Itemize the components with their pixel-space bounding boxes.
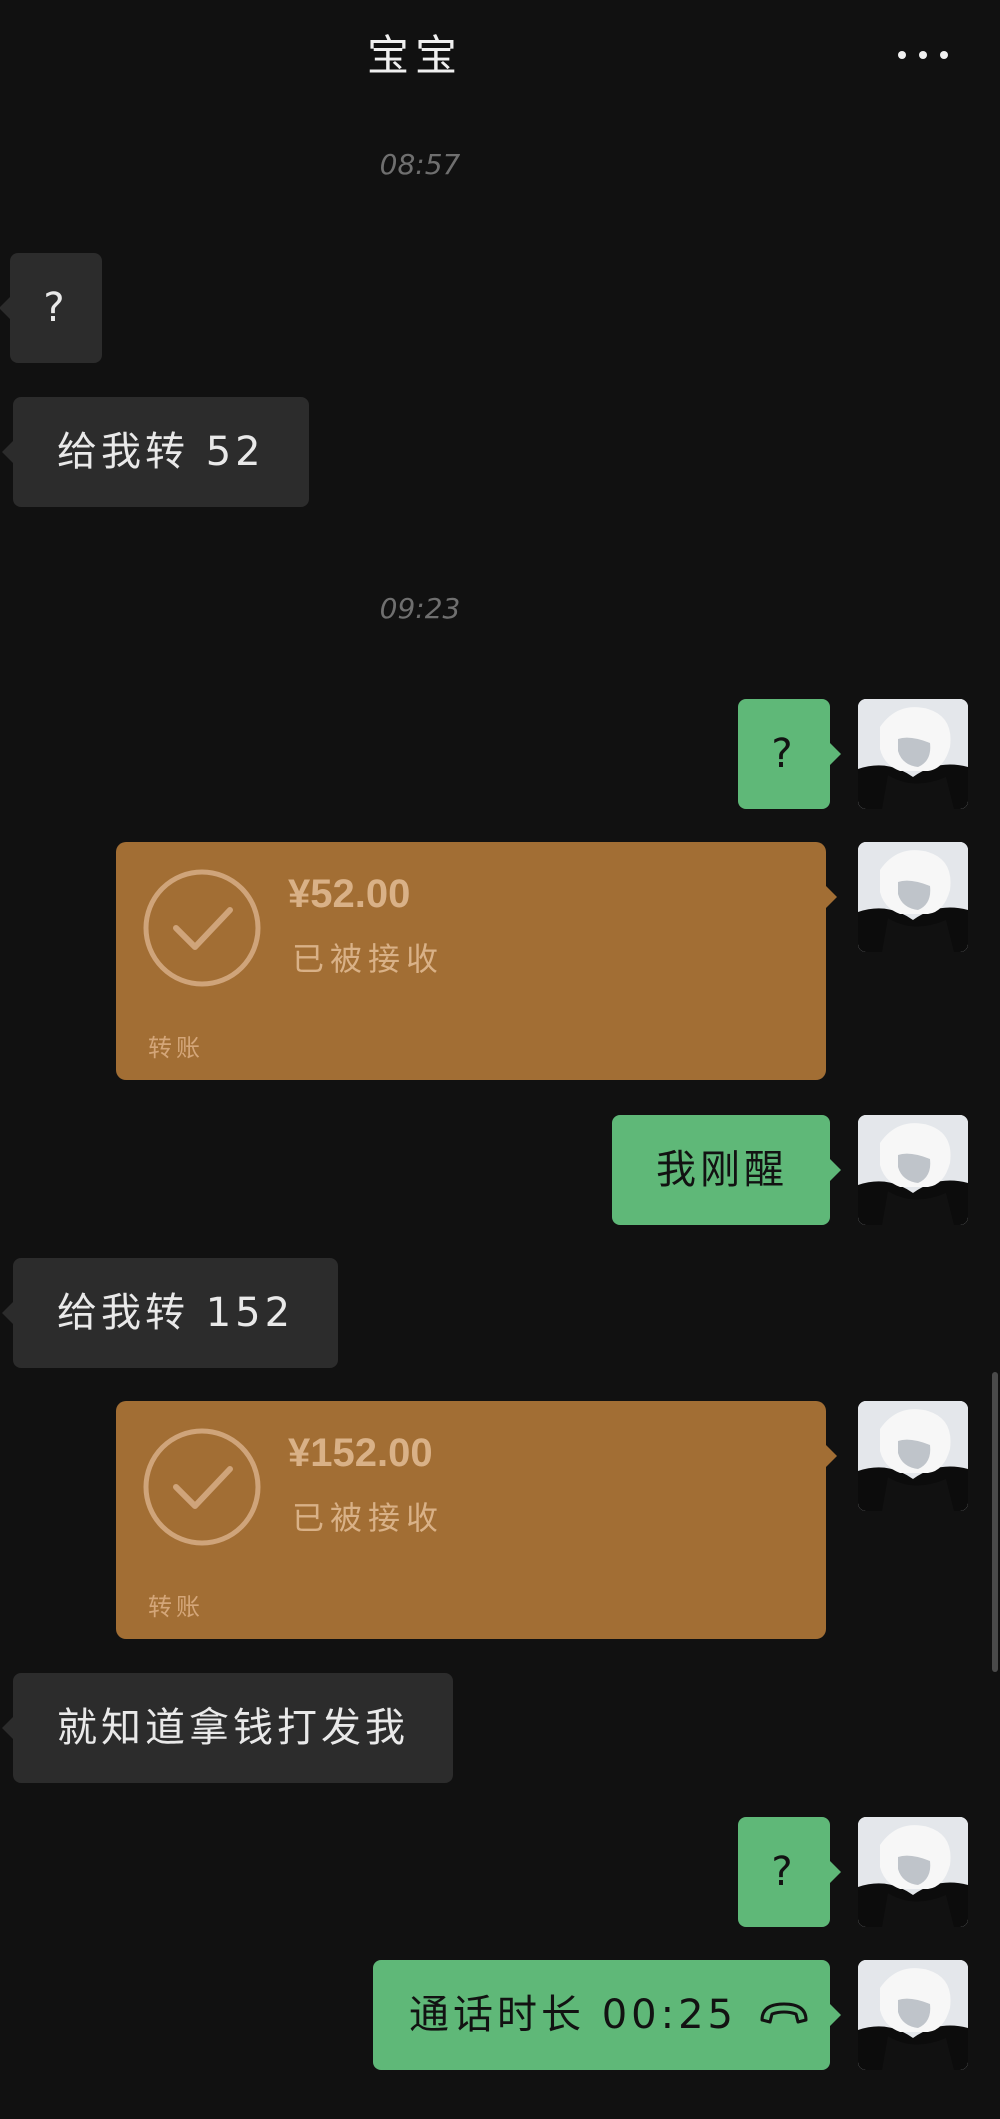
transfer-amount: ¥52.00 (288, 872, 411, 916)
check-circle-icon (143, 869, 261, 987)
check-circle-icon (143, 1428, 261, 1546)
call-duration-text: 通话时长 00:25 (409, 1992, 737, 2038)
transfer-card[interactable]: ¥52.00 已被接收 转账 (116, 842, 837, 1080)
outgoing-message[interactable]: ? (738, 1817, 841, 1927)
timestamp: 09:23 (379, 592, 461, 625)
incoming-message[interactable]: 就知道拿钱打发我 (2, 1673, 453, 1783)
avatar[interactable] (858, 842, 968, 952)
transfer-status: 已被接收 (292, 940, 445, 978)
avatar[interactable] (858, 1960, 968, 2070)
outgoing-message[interactable]: ? (738, 699, 841, 809)
phone-hangup-icon (760, 2002, 808, 2024)
transfer-label: 转账 (148, 1034, 204, 1062)
call-record-message[interactable]: 通话时长 00:25 (373, 1960, 841, 2070)
incoming-message[interactable]: 给我转 152 (1, 1258, 339, 1368)
transfer-card[interactable]: ¥152.00 已被接收 转账 (116, 1401, 837, 1639)
chat-title: 宝宝 (366, 31, 463, 80)
incoming-message[interactable]: 给我转 52 (2, 397, 309, 507)
timestamp: 08:57 (379, 148, 461, 181)
avatar[interactable] (858, 1401, 968, 1511)
more-icon[interactable] (898, 48, 948, 62)
chat-header: 宝宝 (0, 0, 1000, 110)
incoming-message[interactable]: ? (0, 253, 102, 363)
avatar[interactable] (858, 699, 968, 809)
scrollbar[interactable] (992, 1372, 998, 1672)
transfer-status: 已被接收 (292, 1499, 445, 1537)
avatar[interactable] (858, 1115, 968, 1225)
outgoing-message[interactable]: 我刚醒 (612, 1115, 841, 1225)
avatar[interactable] (858, 1817, 968, 1927)
transfer-amount: ¥152.00 (288, 1431, 433, 1475)
transfer-label: 转账 (148, 1593, 204, 1621)
